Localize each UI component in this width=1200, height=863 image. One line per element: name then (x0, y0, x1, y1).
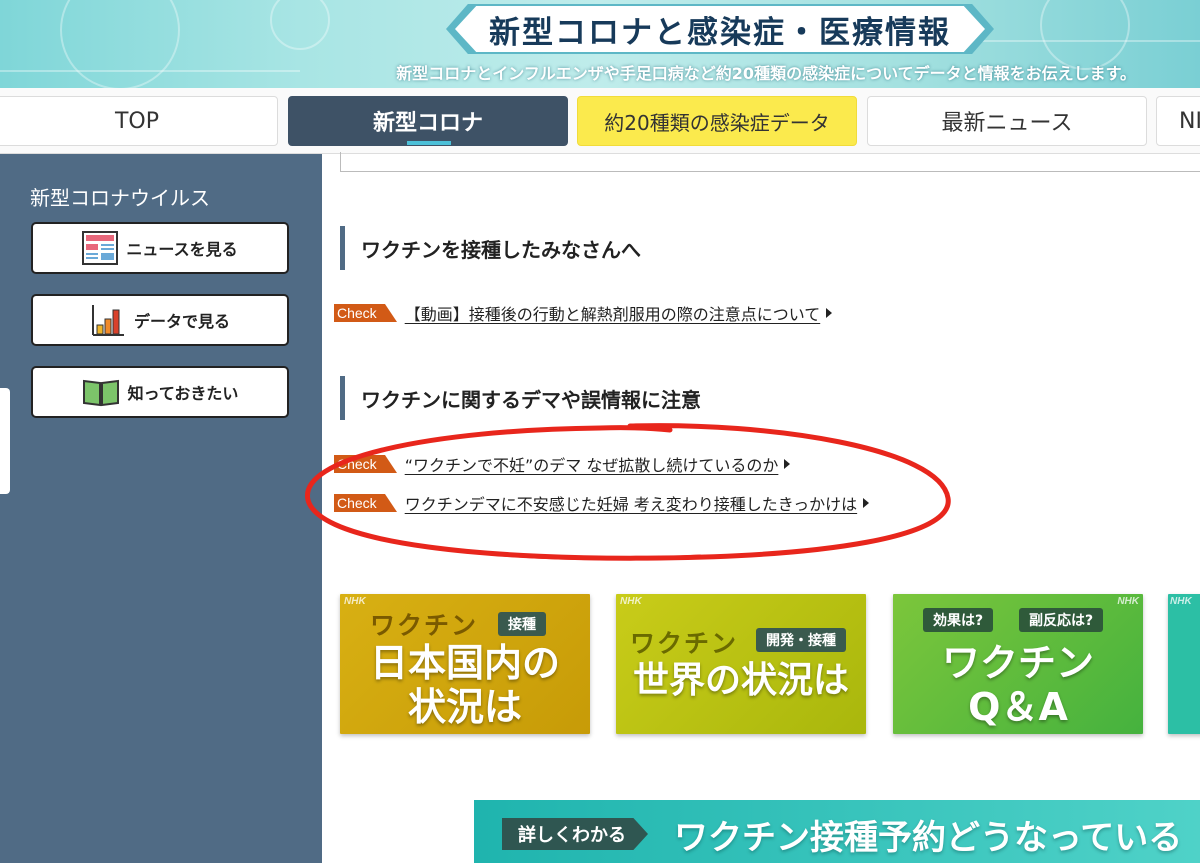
section-heading-text: ワクチンを接種したみなさんへ (361, 237, 641, 262)
article-link[interactable]: 【動画】接種後の行動と解熱剤服用の際の注意点について (405, 301, 833, 325)
site-title-plate: 新型コロナと感染症・医療情報 (455, 6, 985, 52)
card-title-line: Q＆A (968, 684, 1068, 729)
section-heading-vaccinated: ワクチンを接種したみなさんへ (340, 226, 641, 270)
tab-label: NI (1179, 108, 1200, 134)
banner-headline: ワクチン接種予約どうなっている (674, 818, 1183, 858)
tab-label: 新型コロナ (372, 111, 483, 136)
decorative-line (0, 70, 300, 72)
article-link-text: ワクチンデマに不安感じた妊婦 考え変わり接種したきっかけは (404, 495, 858, 514)
card-title: 日本国内の 状況は (340, 641, 590, 729)
card-world-status[interactable]: NHK ワクチン 開発・接種 世界の状況は (616, 594, 866, 734)
need-to-know-button[interactable]: 知っておきたい (31, 366, 289, 418)
card-title: ワクチン Q＆A (893, 641, 1143, 729)
news-button-label: ニュースを見る (126, 240, 238, 259)
check-badge: Check (334, 494, 397, 512)
tab-latest-news[interactable]: 最新ニュース (867, 96, 1147, 146)
check-link-row[interactable]: Check ワクチンデマに不安感じた妊婦 考え変わり接種したきっかけは (334, 491, 870, 515)
article-link-text: 【動画】接種後の行動と解熱剤服用の際の注意点について (404, 305, 821, 324)
nhk-logo: NHK (344, 596, 366, 607)
card-head: ワクチン (370, 611, 479, 640)
card-japan-status[interactable]: NHK ワクチン 接種 日本国内の 状況は (340, 594, 590, 734)
bar-chart-icon (91, 305, 124, 336)
card-pill: 接種 (498, 612, 546, 636)
card-head: ワクチン (630, 629, 739, 658)
tab-label: 最新ニュース (941, 111, 1073, 136)
arrow-right-icon (826, 308, 833, 318)
news-button[interactable]: ニュースを見る (31, 222, 289, 274)
article-link[interactable]: ワクチンデマに不安感じた妊婦 考え変わり接種したきっかけは (404, 491, 870, 515)
sidebar-drag-handle[interactable] (0, 388, 10, 494)
card-pill-effect: 効果は? (923, 608, 994, 632)
card-vaccine-qa[interactable]: NHK 効果は? 副反応は? ワクチン Q＆A (893, 594, 1143, 734)
card-pill-side-effect: 副反応は? (1019, 608, 1104, 632)
nhk-logo: NHK (1117, 596, 1139, 607)
vaccine-reservation-banner[interactable]: 詳しくわかる ワクチン接種予約どうなっている (474, 800, 1200, 863)
nhk-logo: NHK (620, 596, 642, 607)
card-title-line: 日本国内の (369, 641, 560, 685)
sidebar-title: 新型コロナウイルス (30, 186, 210, 210)
active-tab-indicator (407, 141, 451, 145)
previous-section-box (340, 152, 1200, 172)
tab-top[interactable]: TOP (0, 96, 278, 146)
article-link[interactable]: “ワクチンで不妊”のデマ なぜ拡散し続けているのか (405, 452, 791, 476)
data-button-label: データで見る (133, 312, 230, 331)
need-to-know-button-label: 知っておきたい (127, 384, 239, 403)
decorative-circle (270, 0, 330, 50)
card-title-line: ワクチン (941, 641, 1094, 685)
card-partial[interactable]: NHK (1168, 594, 1200, 734)
arrow-right-icon (784, 459, 791, 469)
main-nav: TOP 新型コロナ 約20種類の感染症データ 最新ニュース NI (0, 88, 1200, 154)
book-icon (82, 379, 119, 407)
check-link-row[interactable]: Check “ワクチンで不妊”のデマ なぜ拡散し続けているのか (334, 452, 791, 476)
site-subtitle: 新型コロナとインフルエンザや手足口病など約20種類の感染症についてデータと情報を… (396, 64, 1136, 83)
card-title-line: 世界の状況は (632, 660, 849, 701)
check-badge: Check (334, 455, 397, 473)
sidebar: 新型コロナウイルス ニュースを見る データで見る 知っておきたい (0, 154, 322, 863)
banner-tag: 詳しくわかる (502, 818, 648, 850)
main-content: ワクチンを接種したみなさんへ Check 【動画】接種後の行動と解熱剤服用の際の… (322, 152, 1200, 863)
site-title: 新型コロナと感染症・医療情報 (489, 14, 951, 51)
card-title: 世界の状況は (616, 660, 866, 701)
nhk-logo: NHK (1170, 596, 1192, 607)
section-heading-text: ワクチンに関するデマや誤情報に注意 (361, 387, 701, 412)
arrow-right-icon (863, 498, 870, 508)
article-link-text: “ワクチンで不妊”のデマ なぜ拡散し続けているのか (404, 456, 779, 475)
section-heading-misinformation: ワクチンに関するデマや誤情報に注意 (340, 376, 701, 420)
newspaper-icon (82, 231, 119, 265)
tab-infectious-disease-data[interactable]: 約20種類の感染症データ (577, 96, 857, 146)
card-pill: 開発・接種 (756, 628, 846, 652)
card-title-line: 状況は (407, 684, 522, 729)
tab-covid[interactable]: 新型コロナ (288, 96, 568, 146)
check-link-row[interactable]: Check 【動画】接種後の行動と解熱剤服用の際の注意点について (334, 301, 833, 325)
decorative-line (980, 40, 1200, 42)
check-badge: Check (334, 304, 397, 322)
tab-label: 約20種類の感染症データ (604, 110, 830, 135)
decorative-circle (60, 0, 180, 88)
tab-nhk-partial[interactable]: NI (1156, 96, 1200, 146)
header-banner: 新型コロナと感染症・医療情報 新型コロナとインフルエンザや手足口病など約20種類… (0, 0, 1200, 88)
tab-label: TOP (114, 108, 160, 134)
data-button[interactable]: データで見る (31, 294, 289, 346)
